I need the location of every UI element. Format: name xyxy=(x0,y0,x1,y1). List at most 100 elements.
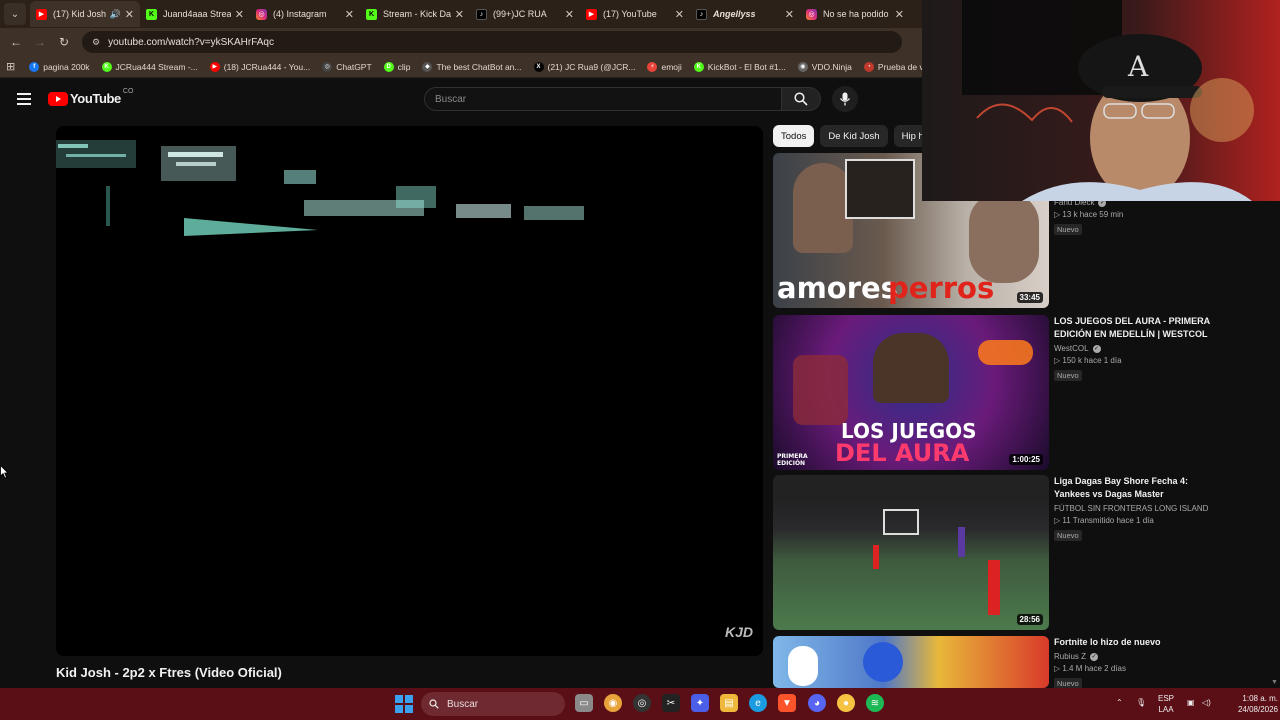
edge-icon[interactable]: e xyxy=(749,694,767,712)
channel-watermark-logo: KJD xyxy=(724,624,753,640)
tab-no-se-ha-podido[interactable]: ◎ No se ha podido ✕ xyxy=(800,1,910,27)
poster-image xyxy=(845,159,915,219)
copilot-icon[interactable]: ✦ xyxy=(691,694,709,712)
network-icon[interactable]: ▣ xyxy=(1187,697,1195,708)
bookmark-item[interactable]: X (21) JC Rua9 (@JCR... xyxy=(533,61,635,72)
channel-name: Rubius Z ✓ xyxy=(1054,652,1099,661)
volume-icon[interactable]: ◁) xyxy=(1202,697,1211,708)
recommendation-item[interactable]: LOS JUEGOS DEL AURA PRIMERA EDICIÓN 1:00… xyxy=(773,315,1273,470)
file-explorer-icon[interactable]: ▤ xyxy=(720,694,738,712)
close-tab-icon[interactable]: ✕ xyxy=(235,8,244,21)
close-tab-icon[interactable]: ✕ xyxy=(785,8,794,21)
obs-icon[interactable]: ◎ xyxy=(633,694,651,712)
video-thumbnail[interactable]: 28:56 xyxy=(773,475,1049,630)
player-image xyxy=(793,355,848,425)
menu-icon[interactable] xyxy=(17,93,31,105)
tab-kid-josh[interactable]: ▶ (17) Kid Josh 🔊 ✕ xyxy=(30,1,140,27)
goal-image xyxy=(883,509,919,535)
app-icon[interactable]: ● xyxy=(837,694,855,712)
close-tab-icon[interactable]: ✕ xyxy=(565,8,574,21)
bookmark-item[interactable]: ◉ VDO.Ninja xyxy=(797,61,852,72)
youtube-logo-text: YouTube xyxy=(70,91,121,106)
microphone-tray-icon[interactable]: 🎙 xyxy=(1136,697,1146,708)
youtube-logo[interactable]: YouTube CO xyxy=(48,88,133,106)
video-duration: 28:56 xyxy=(1016,614,1043,625)
bookmark-item[interactable]: K KickBot - El Bot #1... xyxy=(693,61,786,72)
bookmark-favicon-icon: ◎ xyxy=(322,61,333,72)
tab-tiktok-jcrua[interactable]: ♪ (99+)JC RUA ✕ xyxy=(470,1,580,27)
close-tab-icon[interactable]: ✕ xyxy=(895,8,904,21)
windows-start-icon[interactable] xyxy=(395,695,413,713)
close-tab-icon[interactable]: ✕ xyxy=(125,8,134,21)
discord-icon[interactable]: ◕ xyxy=(808,694,826,712)
tab-juand4aaa[interactable]: K Juand4aaa Stream ✕ xyxy=(140,1,250,27)
close-tab-icon[interactable]: ✕ xyxy=(455,8,464,21)
player-image xyxy=(988,560,1000,615)
video-player[interactable]: KJD xyxy=(56,126,763,656)
tab-angellyss[interactable]: ♪ Angellyss ✕ xyxy=(690,1,800,27)
tab-search-button[interactable]: ⌄ xyxy=(4,3,26,25)
back-arrow-icon[interactable]: ← xyxy=(4,35,28,49)
recommendation-item[interactable]: 28:56 Liga Dagas Bay Shore Fecha 4: Yank… xyxy=(773,475,1273,630)
chip-de-kid-josh[interactable]: De Kid Josh xyxy=(820,125,888,147)
tab-instagram[interactable]: ◎ (4) Instagram ✕ xyxy=(250,1,360,27)
chip-todos[interactable]: Todos xyxy=(773,125,815,147)
tray-overflow-chevron-icon[interactable]: ⌃ xyxy=(1116,697,1123,708)
instagram-favicon-icon: ◎ xyxy=(806,8,817,20)
url-field[interactable]: ⚙ youtube.com/watch?v=ykSKAHrFAqc xyxy=(82,31,902,53)
search-placeholder: Buscar xyxy=(435,93,467,105)
new-badge: Nuevo xyxy=(1054,224,1082,235)
ghost-image xyxy=(788,646,818,686)
language-code: ESP xyxy=(1158,694,1175,703)
video-title-link[interactable]: LOS JUEGOS DEL AURA - PRIMERA EDICIÓN EN… xyxy=(1054,315,1214,341)
bookmark-item[interactable]: K JCRua444 Stream -... xyxy=(101,61,198,72)
task-view-icon[interactable]: ▭ xyxy=(575,694,593,712)
bookmark-item[interactable]: Dclip xyxy=(383,61,410,72)
bookmark-item[interactable]: ▶ (18) JCRua444 - You... xyxy=(209,61,310,72)
bookmark-favicon-icon: ◔ xyxy=(863,61,874,72)
windows-taskbar: Buscar ▭ ◉ ◎ ✂ ✦ ▤ e ▼ ◕ ● ≋ ⌃ 🎙 ESP LAA… xyxy=(0,688,1280,720)
capcut-icon[interactable]: ✂ xyxy=(662,694,680,712)
chrome-icon[interactable]: ◉ xyxy=(604,694,622,712)
video-title-link[interactable]: Liga Dagas Bay Shore Fecha 4: Yankees vs… xyxy=(1054,475,1214,501)
fire-image xyxy=(978,340,1033,365)
tab-kick-stream[interactable]: K Stream - Kick Das ✕ xyxy=(360,1,470,27)
bookmark-item[interactable]: ◎ ChatGPT xyxy=(322,61,372,72)
svg-text:A: A xyxy=(1127,50,1149,83)
search-button[interactable] xyxy=(781,87,821,111)
close-tab-icon[interactable]: ✕ xyxy=(345,8,354,21)
reload-icon[interactable]: ↻ xyxy=(52,35,76,49)
bookmark-item[interactable]: ◆ The best ChatBot an... xyxy=(422,61,522,72)
video-thumbnail[interactable]: LOS JUEGOS DEL AURA PRIMERA EDICIÓN 1:00… xyxy=(773,315,1049,470)
forward-arrow-icon[interactable]: → xyxy=(28,35,52,49)
video-title-link[interactable]: Fortnite lo hizo de nuevo xyxy=(1054,636,1214,649)
tab-label: (17) Kid Josh xyxy=(53,9,107,19)
tab-label: Stream - Kick Das xyxy=(383,9,451,19)
site-info-icon[interactable]: ⚙ xyxy=(92,37,100,48)
brave-icon[interactable]: ▼ xyxy=(778,694,796,712)
taskbar-search-box[interactable]: Buscar xyxy=(421,692,565,716)
thumbnail-text: amores xyxy=(777,271,898,305)
bookmark-item[interactable]: ⚡ emoji xyxy=(647,61,682,72)
apps-grid-icon[interactable]: ⊞ xyxy=(6,60,15,73)
speaker-icon[interactable]: 🔊 xyxy=(110,9,121,20)
clock-date: 24/08/2026 xyxy=(1237,705,1278,714)
close-tab-icon[interactable]: ✕ xyxy=(675,8,684,21)
new-badge: Nuevo xyxy=(1054,678,1082,688)
clock-time: 1:08 a. m. xyxy=(1242,694,1278,703)
language-indicator[interactable]: ESP LAA xyxy=(1158,693,1174,715)
player-image xyxy=(958,527,965,557)
recommendation-item[interactable]: Fortnite lo hizo de nuevo Rubius Z ✓ ▷ 1.… xyxy=(773,636,1273,688)
scroll-down-arrow-icon[interactable]: ▼ xyxy=(1271,679,1278,686)
search-input[interactable]: Buscar xyxy=(424,87,782,111)
portrait-image xyxy=(793,163,853,253)
tab-label: No se ha podido xyxy=(823,9,889,19)
channel-name: FÚTBOL SIN FRONTERAS LONG ISLAND xyxy=(1054,504,1209,513)
tab-youtube[interactable]: ▶ (17) YouTube ✕ xyxy=(580,1,690,27)
clock[interactable]: 1:08 a. m. 24/08/2026 xyxy=(1222,693,1278,715)
voice-search-button[interactable] xyxy=(832,86,858,112)
spotify-icon[interactable]: ≋ xyxy=(866,694,884,712)
bookmark-item[interactable]: f pagina 200k xyxy=(29,61,90,72)
video-thumbnail[interactable] xyxy=(773,636,1049,688)
bookmark-label: KickBot - El Bot #1... xyxy=(707,61,786,72)
